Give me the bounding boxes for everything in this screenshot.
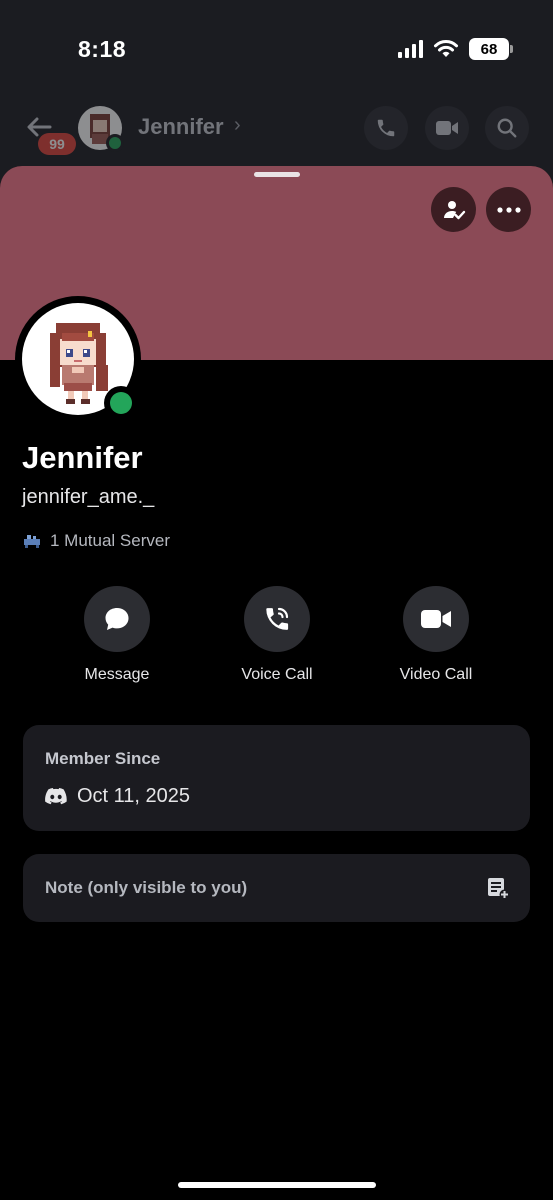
screen: 8:18 68 99 Jennifer › Jennifer jennifer_… xyxy=(0,0,553,1200)
mutual-servers-link[interactable]: 1 Mutual Server xyxy=(22,531,170,551)
search-header-button[interactable] xyxy=(485,106,529,150)
friend-status-button[interactable] xyxy=(431,187,476,232)
header-name[interactable]: Jennifer xyxy=(138,114,224,140)
video-camera-icon xyxy=(421,610,451,628)
online-status-indicator xyxy=(104,386,138,420)
note-card[interactable]: Note (only visible to you) xyxy=(23,854,530,922)
profile-display-name: Jennifer xyxy=(22,440,143,475)
more-options-button[interactable] xyxy=(486,187,531,232)
phone-icon xyxy=(377,119,395,137)
member-since-title: Member Since xyxy=(45,749,161,768)
member-since-row: Oct 11, 2025 xyxy=(45,785,190,808)
message-action[interactable]: Message xyxy=(47,586,187,684)
home-indicator[interactable] xyxy=(178,1182,376,1188)
add-note-icon[interactable] xyxy=(486,876,510,900)
mutual-servers-label: 1 Mutual Server xyxy=(50,531,170,550)
status-time: 8:18 xyxy=(78,36,127,62)
chat-bubble-icon xyxy=(105,608,129,630)
member-since-card: Member Since Oct 11, 2025 xyxy=(23,725,530,831)
chevron-right-icon: › xyxy=(234,114,241,136)
unread-badge: 99 xyxy=(38,133,76,155)
profile-actions: Message Voice Call Video Call xyxy=(0,586,553,696)
video-call-label: Video Call xyxy=(399,666,473,683)
video-call-header-button[interactable] xyxy=(425,106,469,150)
wifi-icon xyxy=(434,40,458,57)
server-icon xyxy=(24,535,40,548)
header-online-indicator xyxy=(106,134,124,152)
more-horizontal-icon xyxy=(496,206,521,213)
voice-call-action[interactable]: Voice Call xyxy=(207,586,347,684)
video-call-button[interactable] xyxy=(403,586,469,652)
phone-icon xyxy=(266,607,289,630)
status-icons: 68 xyxy=(398,38,513,60)
voice-call-header-button[interactable] xyxy=(364,106,408,150)
voice-call-button[interactable] xyxy=(244,586,310,652)
battery-indicator: 68 xyxy=(469,38,513,60)
cellular-signal-icon xyxy=(398,40,423,58)
friend-check-icon xyxy=(443,200,465,219)
voice-call-label: Voice Call xyxy=(241,666,313,683)
message-label: Message xyxy=(84,666,150,683)
discord-logo-icon xyxy=(45,788,67,805)
search-icon xyxy=(497,118,517,138)
profile-sheet: Jennifer jennifer_ame._ 1 Mutual Server … xyxy=(0,166,553,1200)
note-placeholder[interactable]: Note (only visible to you) xyxy=(45,878,247,898)
sheet-grabber[interactable] xyxy=(254,172,300,177)
video-call-action[interactable]: Video Call xyxy=(366,586,506,684)
chat-header: 99 Jennifer › xyxy=(0,100,553,160)
video-camera-icon xyxy=(436,121,458,135)
status-bar: 8:18 68 xyxy=(0,0,553,100)
profile-username[interactable]: jennifer_ame._ xyxy=(22,486,154,509)
member-since-date: Oct 11, 2025 xyxy=(77,785,191,807)
message-button[interactable] xyxy=(84,586,150,652)
